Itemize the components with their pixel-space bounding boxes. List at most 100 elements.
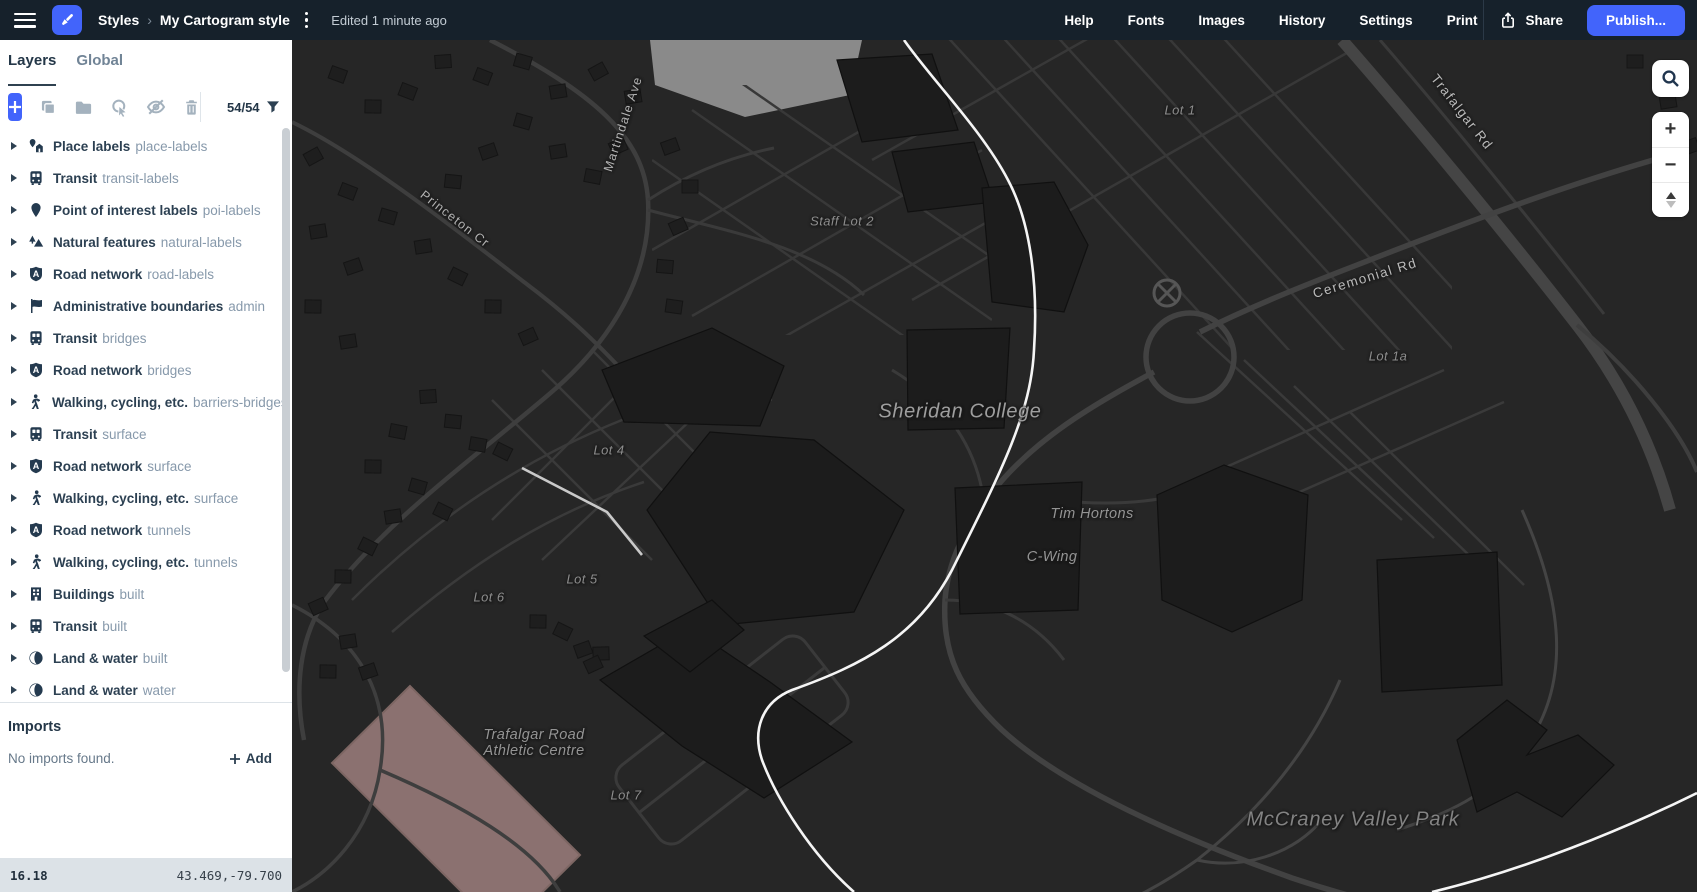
layer-id: natural-labels xyxy=(160,234,242,250)
layer-id: built xyxy=(102,618,128,634)
style-options-kebab-icon[interactable] xyxy=(301,8,312,32)
expand-arrow-icon[interactable] xyxy=(11,174,17,182)
layer-row[interactable]: Land & water built xyxy=(0,642,292,674)
layer-id: surface xyxy=(147,458,192,474)
expand-arrow-icon[interactable] xyxy=(11,206,17,214)
sidebar-scrollbar[interactable] xyxy=(282,128,290,672)
layer-id: poi-labels xyxy=(202,202,261,218)
expand-arrow-icon[interactable] xyxy=(11,302,17,310)
duplicate-layer-icon[interactable] xyxy=(39,97,57,117)
cursor-coordinates: 43.469,-79.700 xyxy=(176,867,282,883)
breadcrumb-styles-link[interactable]: Styles xyxy=(98,12,139,28)
zoom-out-button[interactable]: − xyxy=(1652,147,1689,182)
road-shield-icon xyxy=(27,458,44,475)
layer-name: Transit xyxy=(53,170,98,186)
layer-name: Transit xyxy=(53,330,98,346)
layer-row[interactable]: Administrative boundaries admin xyxy=(0,290,292,322)
breadcrumb-separator: › xyxy=(147,12,152,28)
layer-row[interactable]: Transit built xyxy=(0,610,292,642)
zoom-in-button[interactable]: + xyxy=(1652,112,1689,147)
expand-arrow-icon[interactable] xyxy=(11,622,17,630)
tab-layers[interactable]: Layers xyxy=(8,52,57,86)
layer-id: bridges xyxy=(102,330,147,346)
layer-name: Road network xyxy=(53,458,143,474)
style-editor-logo-icon[interactable] xyxy=(52,5,82,35)
plus-icon xyxy=(229,753,240,764)
nav-help[interactable]: Help xyxy=(1064,13,1093,28)
expand-arrow-icon[interactable] xyxy=(11,590,17,598)
layer-id: surface xyxy=(102,426,147,442)
expand-arrow-icon[interactable] xyxy=(11,334,17,342)
expand-arrow-icon[interactable] xyxy=(11,462,17,470)
share-button[interactable]: Share xyxy=(1500,11,1563,29)
transit-icon xyxy=(27,170,44,187)
style-name: My Cartogram style xyxy=(159,12,290,28)
imports-empty-text: No imports found. xyxy=(8,751,115,766)
pitch-down-icon xyxy=(1665,201,1676,208)
layer-row[interactable]: Transit transit-labels xyxy=(0,162,292,194)
nav-history[interactable]: History xyxy=(1279,13,1326,28)
layer-row[interactable]: Walking, cycling, etc. surface xyxy=(0,482,292,514)
top-bar: Styles › My Cartogram style Edited 1 min… xyxy=(0,0,1697,40)
expand-arrow-icon[interactable] xyxy=(11,430,17,438)
layer-id: tunnels xyxy=(147,522,191,538)
layer-row[interactable]: Transit bridges xyxy=(0,322,292,354)
layer-row[interactable]: Place labels place-labels xyxy=(0,130,292,162)
expand-arrow-icon[interactable] xyxy=(11,398,17,406)
expand-arrow-icon[interactable] xyxy=(11,558,17,566)
publish-button[interactable]: Publish... xyxy=(1586,4,1685,36)
add-import-button[interactable]: Add xyxy=(229,751,272,766)
menu-icon[interactable] xyxy=(14,12,36,28)
layer-counter[interactable]: 54/54 xyxy=(200,92,286,122)
layer-row[interactable]: Road network bridges xyxy=(0,354,292,386)
layer-name: Land & water xyxy=(53,682,138,698)
group-layers-folder-icon[interactable] xyxy=(74,97,93,117)
delete-layer-trash-icon[interactable] xyxy=(183,97,200,117)
select-on-map-icon[interactable] xyxy=(110,97,129,117)
layer-row[interactable]: Point of interest labels poi-labels xyxy=(0,194,292,226)
layer-list: Place labels place-labels Transit transit-… xyxy=(0,128,292,702)
imports-section: Imports No imports found. Add xyxy=(0,702,292,858)
layer-row[interactable]: Walking, cycling, etc. barriers-bridges xyxy=(0,386,292,418)
layer-row[interactable]: Road network road-labels xyxy=(0,258,292,290)
map-canvas[interactable]: Martindale Ave Princeton Cr Trafalgar Rd… xyxy=(292,40,1697,892)
expand-arrow-icon[interactable] xyxy=(11,366,17,374)
layer-row[interactable]: Buildings built xyxy=(0,578,292,610)
share-icon xyxy=(1502,11,1515,28)
road-shield-icon xyxy=(27,362,44,379)
layer-toolbar: 54/54 xyxy=(0,86,292,128)
share-label: Share xyxy=(1525,12,1563,28)
layer-row[interactable]: Natural features natural-labels xyxy=(0,226,292,258)
expand-arrow-icon[interactable] xyxy=(11,142,17,150)
nav-fonts[interactable]: Fonts xyxy=(1128,13,1165,28)
hide-layer-eye-off-icon[interactable] xyxy=(146,97,166,117)
add-layer-button[interactable] xyxy=(8,93,22,121)
layer-row[interactable]: Land & water water xyxy=(0,674,292,702)
pedestrian-icon xyxy=(27,490,44,507)
layer-name: Road network xyxy=(53,362,143,378)
layer-name: Walking, cycling, etc. xyxy=(52,394,189,410)
layer-id: road-labels xyxy=(147,266,215,282)
expand-arrow-icon[interactable] xyxy=(11,238,17,246)
nav-settings[interactable]: Settings xyxy=(1359,13,1412,28)
expand-arrow-icon[interactable] xyxy=(11,526,17,534)
layer-name: Land & water xyxy=(53,650,138,666)
layer-row[interactable]: Transit surface xyxy=(0,418,292,450)
layer-name: Point of interest labels xyxy=(53,202,198,218)
expand-arrow-icon[interactable] xyxy=(11,494,17,502)
expand-arrow-icon[interactable] xyxy=(11,686,17,694)
layer-row[interactable]: Walking, cycling, etc. tunnels xyxy=(0,546,292,578)
buildings-icon xyxy=(27,586,44,603)
expand-arrow-icon[interactable] xyxy=(11,654,17,662)
layer-row[interactable]: Road network tunnels xyxy=(0,514,292,546)
pitch-toggle-button[interactable] xyxy=(1652,182,1689,217)
layer-row[interactable]: Road network surface xyxy=(0,450,292,482)
sidebar-tabs: Layers Global xyxy=(0,40,292,86)
nav-images[interactable]: Images xyxy=(1198,13,1245,28)
expand-arrow-icon[interactable] xyxy=(11,270,17,278)
tab-global[interactable]: Global xyxy=(76,52,123,86)
layer-name: Transit xyxy=(53,618,98,634)
pitch-up-icon xyxy=(1665,192,1676,199)
map-search-button[interactable] xyxy=(1652,60,1689,97)
nav-print[interactable]: Print xyxy=(1447,13,1478,28)
